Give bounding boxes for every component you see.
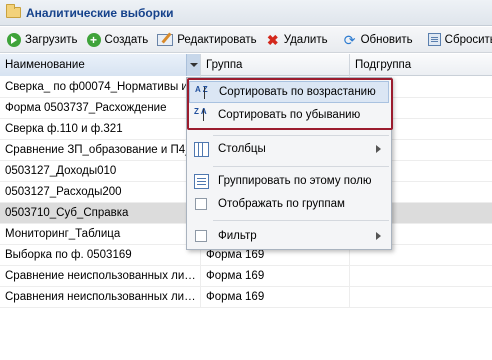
sort-arrow [204, 87, 205, 99]
column-group-label: Группа [206, 59, 243, 71]
edit-button[interactable]: Редактировать [154, 30, 259, 50]
menu-separator [213, 166, 389, 167]
row-name-cell: Сверка_ по ф00074_Нормативы и [5, 81, 188, 93]
grid-header: Наименование Группа Подгруппа [0, 54, 492, 76]
column-menu-trigger[interactable] [186, 54, 200, 76]
refresh-label: Обновить [360, 33, 413, 46]
row-name-cell: Сравнение неиспользованных лим… [5, 270, 200, 282]
row-name-cell: Форма 0503737_Расхождение [5, 102, 167, 114]
column-name-label: Наименование [5, 59, 85, 71]
row-name-cell: Сравнение ЗП_образование и П4_ [5, 144, 192, 156]
row-name-cell: 0503710_Суб_Справка [5, 207, 129, 219]
menu-separator [213, 220, 389, 221]
sort-ascending-icon: A Z [195, 86, 210, 101]
table-row[interactable]: Сравнения неиспользованных лим… Форма 169 [0, 287, 492, 308]
group-by-field-item[interactable]: Группировать по этому полю [189, 170, 389, 192]
sort-ascending-item[interactable]: A Z Сортировать по возрастанию [189, 81, 389, 103]
sort-descending-item[interactable]: Z A Сортировать по убыванию [189, 104, 389, 126]
edit-icon [157, 33, 174, 46]
refresh-icon: ⟳ [343, 31, 356, 48]
plus-icon: + [86, 32, 101, 47]
toolbar: Загрузить + Создать Редактировать ✖ Удал… [0, 27, 492, 53]
load-button[interactable]: Загрузить [4, 30, 81, 50]
filter-label: Фильтр [218, 230, 257, 242]
column-header-group[interactable]: Группа [201, 54, 350, 76]
row-name-cell: Сверка ф.110 и ф.321 [5, 123, 123, 135]
columns-item[interactable]: Столбцы [189, 138, 389, 160]
reset-icon [427, 33, 441, 46]
group-by-label: Группировать по этому полю [218, 175, 372, 187]
row-group-cell: Форма 169 [206, 291, 265, 303]
row-name-cell: 0503127_Расходы200 [5, 186, 122, 198]
edit-label: Редактировать [177, 33, 257, 46]
delete-button[interactable]: ✖ Удалить [263, 30, 331, 50]
refresh-button[interactable]: ⟳ Обновить [340, 30, 416, 50]
group-icon [194, 174, 209, 189]
submenu-arrow-icon [376, 145, 381, 153]
table-row[interactable]: Сравнение неиспользованных лим… Форма 169 [0, 266, 492, 287]
create-button[interactable]: + Создать [84, 30, 152, 50]
columns-label: Столбцы [218, 143, 266, 155]
menu-separator [213, 135, 389, 136]
columns-icon [194, 142, 209, 157]
column-context-menu: A Z Сортировать по возрастанию Z A Сорти… [186, 77, 393, 250]
play-icon [7, 32, 21, 47]
window-title: Аналитические выборки [26, 5, 174, 20]
show-in-groups-checkbox[interactable] [195, 198, 207, 210]
reset-button[interactable]: Сбросить [425, 30, 492, 50]
delete-icon: ✖ [266, 31, 279, 48]
sort-ascending-label: Сортировать по возрастанию [219, 86, 376, 98]
row-group-cell: Форма 169 [206, 270, 265, 282]
sort-ascending-icon-letters: A Z [195, 85, 208, 94]
filter-checkbox[interactable] [195, 230, 207, 242]
column-header-subgroup[interactable]: Подгруппа [350, 54, 492, 76]
column-header-name[interactable]: Наименование [0, 54, 201, 76]
sort-descending-icon-letters: Z A [194, 107, 207, 116]
row-name-cell: Выборка по ф. 0503169 [5, 249, 132, 261]
filter-item[interactable]: Фильтр [189, 225, 389, 247]
load-label: Загрузить [25, 33, 78, 46]
column-subgroup-label: Подгруппа [355, 59, 412, 71]
row-name-cell: Мониторинг_Таблица [5, 228, 121, 240]
row-name-cell: Сравнения неиспользованных лим… [5, 291, 200, 303]
row-name-cell: 0503127_Доходы010 [5, 165, 117, 177]
sort-descending-label: Сортировать по убыванию [218, 109, 361, 121]
reset-label: Сбросить [444, 33, 492, 46]
delete-label: Удалить [283, 33, 328, 46]
show-in-groups-label: Отображать по группам [218, 198, 345, 210]
submenu-arrow-icon [376, 232, 381, 240]
window-titlebar: Аналитические выборки [0, 0, 492, 26]
create-label: Создать [104, 33, 149, 46]
sort-arrow [203, 109, 204, 121]
folder-icon [6, 4, 21, 18]
sort-descending-icon: Z A [194, 108, 209, 123]
show-in-groups-item[interactable]: Отображать по группам [189, 193, 389, 215]
